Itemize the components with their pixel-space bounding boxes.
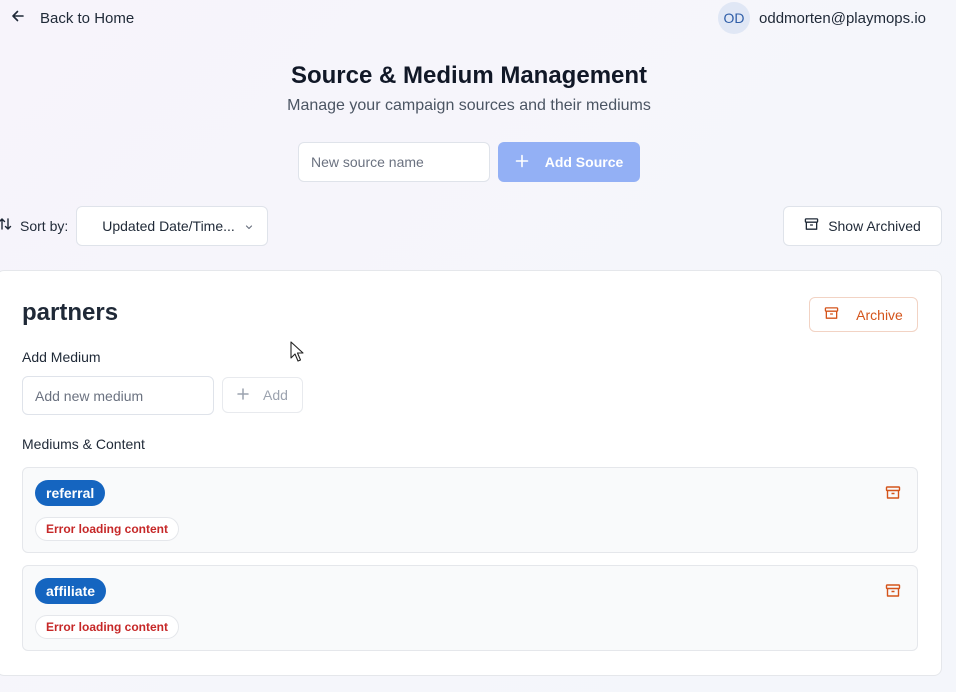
- add-medium-button[interactable]: Add: [222, 377, 303, 413]
- add-medium-label: Add Medium: [22, 349, 101, 365]
- source-card: partners Archive Add Medium Add Mediums …: [0, 270, 942, 676]
- add-medium-input[interactable]: [22, 376, 214, 415]
- plus-icon: [237, 387, 249, 403]
- archive-icon: [804, 217, 819, 235]
- add-source-label: Add Source: [544, 154, 624, 170]
- back-to-home-link[interactable]: Back to Home: [10, 6, 134, 30]
- mediums-content-label: Mediums & Content: [22, 436, 145, 452]
- content-error-badge: Error loading content: [35, 615, 180, 639]
- sort-icon: [0, 217, 12, 236]
- avatar: OD: [718, 2, 751, 34]
- show-archived-button[interactable]: Show Archived: [783, 206, 942, 246]
- source-name: partners: [22, 299, 119, 326]
- medium-name-pill: affiliate: [35, 578, 107, 604]
- new-source-input[interactable]: [298, 142, 490, 182]
- add-source-button[interactable]: Add Source: [498, 142, 640, 182]
- archive-source-button[interactable]: Archive: [809, 297, 918, 332]
- archive-label: Archive: [856, 306, 903, 323]
- page-title: Source & Medium Management: [290, 62, 648, 89]
- archive-icon[interactable]: [885, 583, 901, 599]
- show-archived-label: Show Archived: [828, 218, 921, 234]
- content-error-badge: Error loading content: [35, 517, 180, 541]
- sort-controls: Sort by: Updated Date/Time...: [0, 206, 269, 246]
- arrow-left-icon: [10, 8, 26, 28]
- archive-icon: [824, 306, 839, 324]
- plus-icon: [515, 154, 529, 171]
- back-link-label: Back to Home: [40, 9, 135, 27]
- user-menu[interactable]: OD oddmorten@playmops.io: [718, 2, 926, 34]
- page-subtitle: Manage your campaign sources and their m…: [287, 97, 651, 114]
- user-email: oddmorten@playmops.io: [759, 9, 926, 27]
- sort-label: Sort by:: [20, 218, 69, 234]
- medium-name-pill: referral: [35, 480, 106, 506]
- mouse-cursor-icon: [290, 341, 304, 362]
- medium-row: referral Error loading content: [22, 467, 918, 553]
- sort-select[interactable]: Updated Date/Time...: [76, 206, 269, 246]
- archive-icon[interactable]: [885, 485, 901, 501]
- top-bar: Back to Home OD oddmorten@playmops.io: [0, 0, 956, 36]
- sort-selected-value: Updated Date/Time...: [102, 218, 235, 234]
- medium-row: affiliate Error loading content: [22, 565, 918, 651]
- add-medium-button-label: Add: [263, 387, 288, 403]
